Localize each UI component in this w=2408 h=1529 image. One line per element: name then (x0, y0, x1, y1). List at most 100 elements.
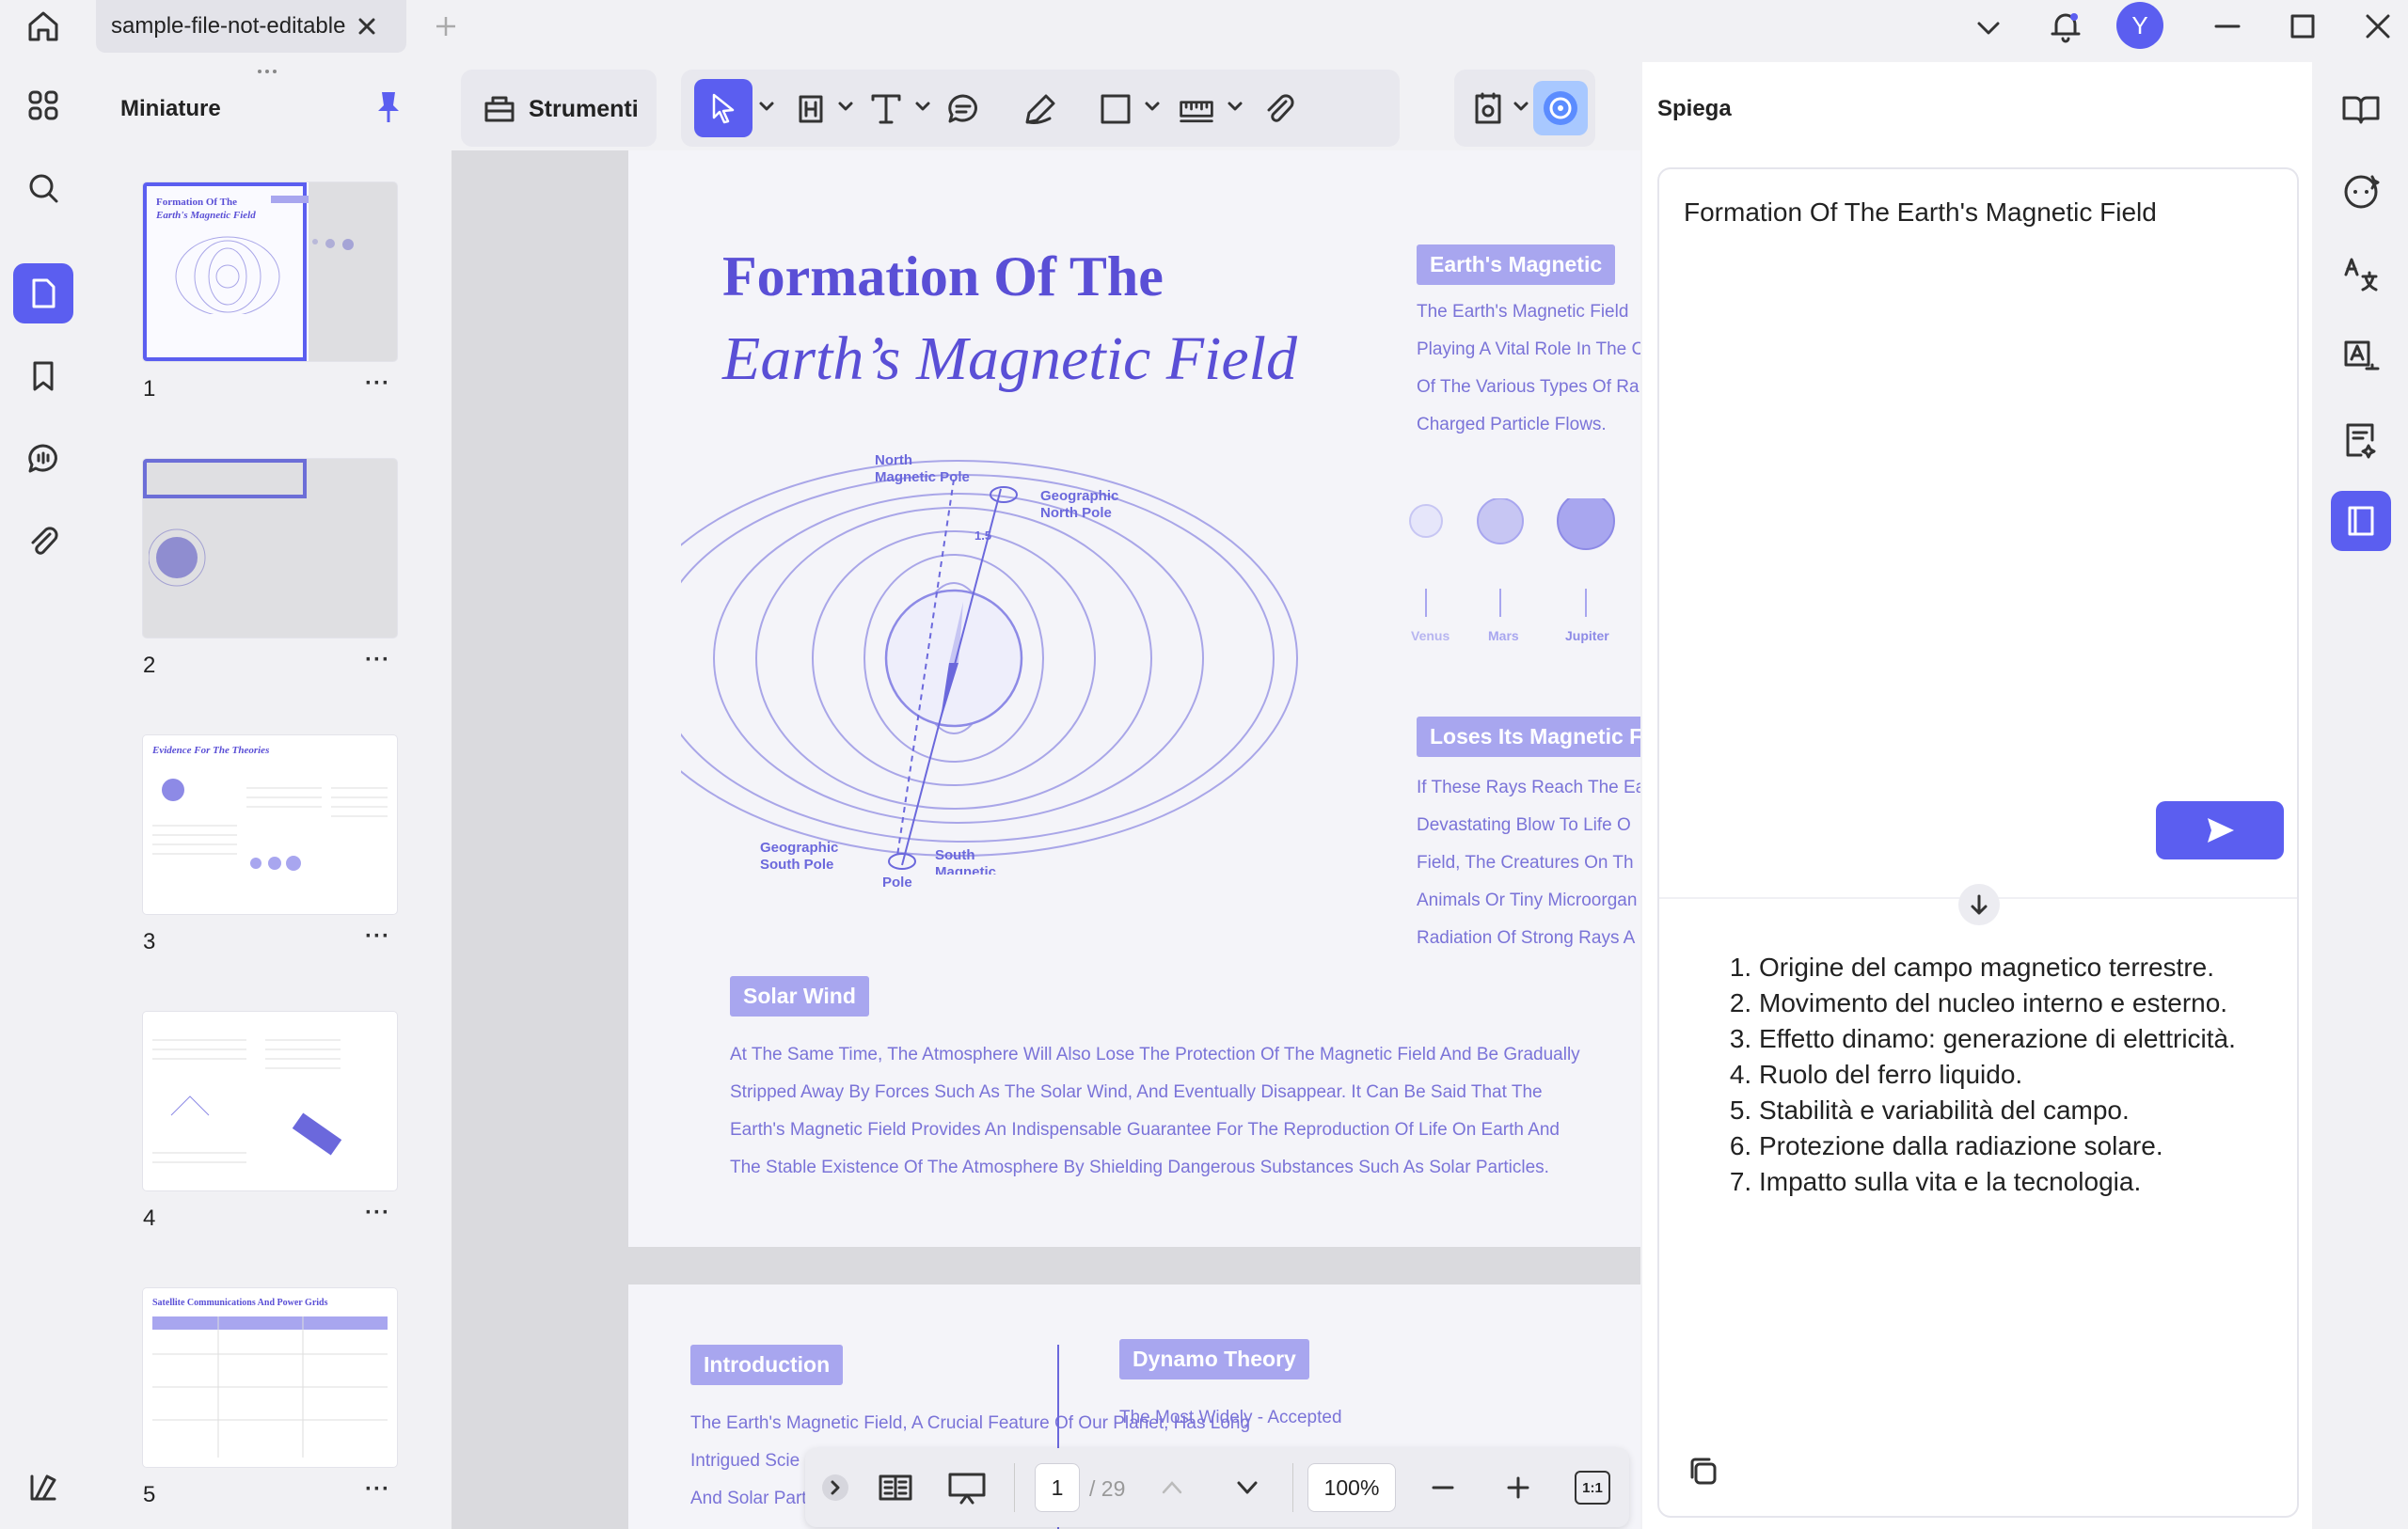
thumb-3-more-icon[interactable]: ··· (365, 923, 390, 950)
thumb-1-more-icon[interactable]: ··· (365, 370, 390, 397)
thumb-5-number: 5 (143, 1482, 156, 1507)
summarize-icon[interactable] (2331, 410, 2391, 470)
next-page-icon[interactable] (1230, 1467, 1264, 1508)
left-navigation (0, 58, 88, 1529)
avatar[interactable]: Y (2116, 2, 2163, 49)
translate-icon[interactable] (2331, 244, 2391, 305)
page-thumbnail-3[interactable]: Evidence For The Theories (143, 735, 397, 914)
tools-label: Strumenti (529, 96, 639, 122)
response-item: Origine del campo magnetico terrestre. (1759, 950, 2291, 985)
arrow-down-icon (1971, 894, 1988, 915)
right-tool-rail (2312, 58, 2408, 1529)
explain-panel-toggle[interactable] (2331, 491, 2391, 551)
minimize-icon[interactable] (2212, 11, 2242, 41)
previous-page-icon[interactable] (1155, 1467, 1189, 1508)
bookmark-icon[interactable] (13, 346, 73, 406)
comments-icon[interactable] (13, 429, 73, 489)
page-thumbnail-2[interactable] (143, 459, 397, 638)
thumb-1-title: Formation Of The Earth's Magnetic Field (156, 197, 256, 221)
thumb-4-number: 4 (143, 1206, 156, 1231)
copy-icon[interactable] (1684, 1452, 1721, 1490)
ocr-translate-icon[interactable] (2331, 327, 2391, 387)
extra-tools-group (1454, 70, 1595, 147)
page-thumbnail-1[interactable]: Formation Of The Earth's Magnetic Field (143, 182, 397, 361)
label-north-magnetic-pole-1: North (875, 452, 912, 468)
ai-assistant-button[interactable] (1533, 81, 1588, 135)
page-layout-icon[interactable] (875, 1467, 916, 1508)
thumb-1-number: 1 (143, 376, 156, 402)
page-number-input[interactable]: 1 (1035, 1463, 1080, 1512)
thumb-5-title: Satellite Communications And Power Grids (152, 1298, 328, 1308)
scroll-down-button[interactable] (1958, 884, 2000, 925)
shape-tool-icon[interactable] (1097, 90, 1134, 128)
doc-title-line2: Earth’s Magnetic Field (722, 324, 1298, 393)
apps-grid-icon[interactable] (13, 75, 73, 135)
comment-tool-icon[interactable] (944, 90, 982, 128)
sidebar-toggle-icon[interactable] (13, 1458, 73, 1518)
explain-input-box[interactable]: Formation Of The Earth's Magnetic Field … (1657, 167, 2299, 1518)
dynamo-theory-label: Dynamo Theory (1119, 1339, 1309, 1379)
document-viewer[interactable]: Formation Of The Earth’s Magnetic Field … (452, 150, 1640, 1529)
avatar-letter: Y (2131, 10, 2148, 39)
text-caret-icon[interactable] (914, 98, 931, 115)
earth-magnetic-label: Earth's Magnetic (1417, 244, 1616, 285)
reader-book-icon[interactable] (2331, 79, 2391, 139)
explain-panel: Spiega Formation Of The Earth's Magnetic… (1642, 62, 2312, 1529)
stamp-caret-icon[interactable] (1513, 98, 1529, 115)
expand-bar-icon[interactable] (820, 1467, 850, 1508)
thumbnails-page-icon[interactable] (13, 263, 73, 323)
highlight-caret-icon[interactable] (837, 98, 854, 115)
zoom-out-icon[interactable] (1426, 1467, 1460, 1508)
pin-icon[interactable] (372, 88, 404, 126)
thumb-5-more-icon[interactable]: ··· (365, 1476, 390, 1503)
send-button[interactable] (2156, 801, 2284, 859)
attachment-icon[interactable] (13, 512, 73, 572)
solar-wind-label: Solar Wind (730, 976, 869, 1017)
pen-tool-icon[interactable] (1022, 90, 1059, 128)
measure-caret-icon[interactable] (1227, 98, 1244, 115)
new-tab-icon[interactable] (433, 13, 459, 39)
send-icon (2208, 818, 2234, 843)
separator (1292, 1463, 1293, 1512)
actual-size-button[interactable]: 1:1 (1575, 1471, 1610, 1505)
thumb-4-more-icon[interactable]: ··· (365, 1200, 390, 1226)
page-current: 1 (1051, 1474, 1064, 1500)
chevron-down-icon[interactable] (1973, 13, 2004, 43)
maximize-icon[interactable] (2288, 11, 2318, 41)
page-thumbnail-4[interactable] (143, 1012, 397, 1190)
highlight-tool-icon[interactable] (792, 90, 830, 128)
presentation-icon[interactable] (946, 1467, 988, 1508)
text-tool-icon[interactable] (867, 90, 905, 128)
response-item: Stabilità e variabilità del campo. (1759, 1093, 2291, 1128)
thumb-2-more-icon[interactable]: ··· (365, 647, 390, 673)
toolbar: Strumenti (452, 62, 1640, 152)
tools-button[interactable]: Strumenti (461, 70, 657, 147)
stamp-tool-icon[interactable] (1469, 90, 1507, 128)
actual-size-label: 1:1 (1582, 1479, 1603, 1496)
label-angle: 1.5 (974, 528, 991, 543)
zoom-input[interactable]: 100% (1307, 1463, 1396, 1512)
bell-icon[interactable] (2047, 8, 2084, 45)
measure-tool-icon[interactable] (1178, 90, 1215, 128)
select-tool-button[interactable] (694, 79, 752, 137)
attach-tool-icon[interactable] (1260, 90, 1298, 128)
page-thumbnail-5[interactable]: Satellite Communications And Power Grids (143, 1288, 397, 1467)
select-caret-icon[interactable] (758, 98, 775, 115)
doc-title-line1: Formation Of The (722, 245, 1164, 307)
close-tab-icon[interactable] (355, 14, 379, 39)
drag-handle[interactable] (252, 68, 290, 73)
label-north-magnetic-pole-2: Magnetic Pole (875, 469, 970, 485)
label-south-magnetic-pole-2: Magnetic (935, 864, 996, 875)
earth-magnetic-text: The Earth's Magnetic Field Playing A Vit… (1417, 302, 1640, 434)
explain-input-text[interactable]: Formation Of The Earth's Magnetic Field (1684, 197, 2157, 228)
close-window-icon[interactable] (2363, 11, 2393, 41)
ai-assistant-icon (1544, 91, 1577, 125)
document-tab[interactable]: sample-file-not-editable (96, 0, 406, 53)
ai-chat-icon[interactable] (2331, 162, 2391, 222)
search-icon[interactable] (13, 158, 73, 218)
home-icon[interactable] (23, 6, 64, 47)
separator (1014, 1463, 1015, 1512)
response-item: Effetto dinamo: generazione di elettrici… (1759, 1021, 2291, 1057)
shape-caret-icon[interactable] (1144, 98, 1161, 115)
zoom-in-icon[interactable] (1501, 1467, 1535, 1508)
